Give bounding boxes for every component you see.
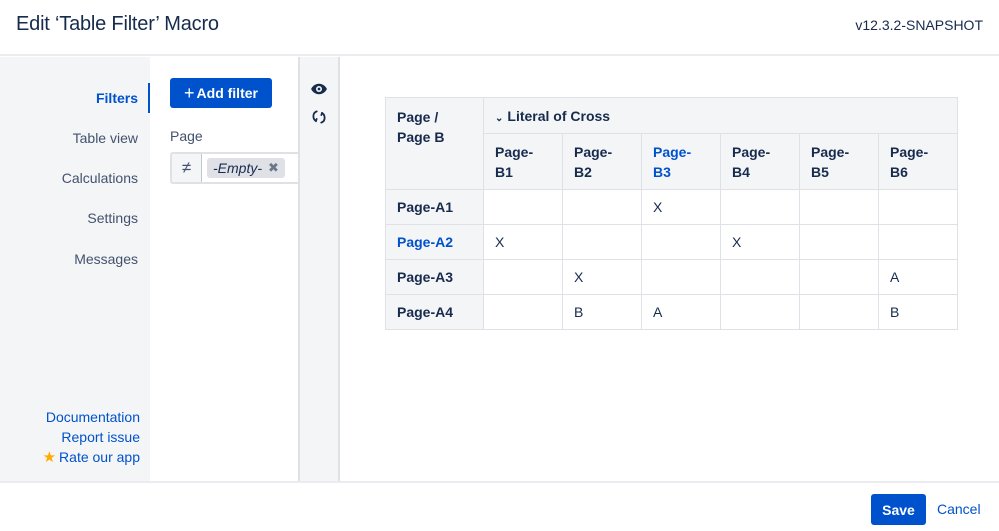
table-cell	[720, 294, 800, 330]
filter-value-label: -Empty-	[213, 160, 262, 176]
column-header-line1: Page-	[811, 143, 850, 160]
table-row: Page-A4 B A B	[385, 294, 958, 330]
table-cell	[483, 189, 563, 225]
refresh-icon[interactable]	[310, 108, 328, 126]
table-preview: Page / Page B ⌄ Literal of Cross Page- B1 P…	[340, 57, 999, 481]
table-cell	[641, 224, 721, 260]
table-cell	[799, 224, 879, 260]
table-cell	[483, 259, 563, 295]
table-cell: X	[483, 224, 563, 260]
sidebar: Filters Table view Calculations Settings…	[0, 57, 150, 481]
column-header[interactable]: Page- B4	[720, 133, 800, 190]
column-header-line1: Page-	[653, 143, 692, 160]
filter-panel: + Add filter Page ≠ -Empty- ✖	[150, 57, 298, 481]
rate-app-label: Rate our app	[59, 449, 140, 465]
sidebar-item-settings[interactable]: Settings	[87, 210, 138, 226]
table-cell: B	[878, 294, 958, 330]
table-cell: A	[878, 259, 958, 295]
column-header-line2: B2	[574, 163, 592, 180]
table-cell	[720, 189, 800, 225]
table-cell	[799, 294, 879, 330]
table-cell	[878, 189, 958, 225]
not-equal-operator-toggle[interactable]: ≠	[172, 154, 202, 182]
column-header[interactable]: Page- B3	[641, 133, 721, 190]
column-header[interactable]: Page- B5	[799, 133, 879, 190]
dialog-body: Filters Table view Calculations Settings…	[0, 57, 999, 481]
preview-toolbar	[298, 57, 340, 481]
table-cell	[483, 294, 563, 330]
table-cell	[799, 189, 879, 225]
corner-header: Page / Page B	[385, 97, 484, 190]
group-header-label: Literal of Cross	[507, 107, 611, 124]
filter-input[interactable]: ≠ -Empty- ✖	[170, 152, 298, 184]
chevron-down-icon[interactable]: ⌄	[495, 113, 503, 124]
eye-icon[interactable]	[310, 80, 328, 98]
table-cell: X	[720, 224, 800, 260]
group-header[interactable]: ⌄ Literal of Cross	[483, 97, 958, 134]
row-header[interactable]: Page-A1	[385, 189, 484, 225]
rate-app-link[interactable]: ★ Rate our app	[43, 447, 140, 468]
sidebar-item-calculations[interactable]: Calculations	[62, 170, 138, 186]
report-issue-link[interactable]: Report issue	[43, 427, 140, 447]
column-header[interactable]: Page- B1	[483, 133, 563, 190]
corner-header-line1: Page /	[397, 109, 439, 125]
dialog-header: Edit ‘Table Filter’ Macro v12.3.2-SNAPSH…	[0, 0, 999, 56]
documentation-link[interactable]: Documentation	[43, 407, 140, 427]
column-header-line2: B3	[653, 163, 671, 180]
table-cell: A	[641, 294, 721, 330]
table-cell	[641, 259, 721, 295]
table-cell	[720, 259, 800, 295]
sidebar-item-filters[interactable]: Filters	[96, 90, 138, 106]
row-header[interactable]: Page-A3	[385, 259, 484, 295]
corner-header-line2: Page B	[397, 129, 445, 145]
column-header-line1: Page-	[495, 143, 534, 160]
column-header-line2: B5	[811, 163, 829, 180]
column-header[interactable]: Page- B6	[878, 133, 958, 190]
add-filter-label: Add filter	[196, 85, 258, 101]
column-header[interactable]: Page- B2	[562, 133, 642, 190]
sidebar-item-messages[interactable]: Messages	[74, 251, 138, 267]
table-cell	[878, 224, 958, 260]
table-cell: B	[562, 294, 642, 330]
table-cell: X	[562, 259, 642, 295]
version-label: v12.3.2-SNAPSHOT	[855, 17, 983, 33]
table-row: Page-A2 X X	[385, 224, 958, 260]
dialog-footer: Save Cancel	[0, 481, 999, 531]
column-header-line1: Page-	[574, 143, 613, 160]
table-cell: X	[641, 189, 721, 225]
pivot-table: Page / Page B ⌄ Literal of Cross Page- B1 P…	[385, 97, 958, 330]
sidebar-item-table-view[interactable]: Table view	[73, 130, 138, 146]
save-button[interactable]: Save	[871, 494, 926, 525]
table-cell	[799, 259, 879, 295]
table-row: Page-A3 X A	[385, 259, 958, 295]
filter-field-label: Page	[170, 128, 203, 144]
row-header[interactable]: Page-A4	[385, 294, 484, 330]
table-cell	[562, 224, 642, 260]
plus-icon: +	[184, 83, 195, 103]
column-header-line1: Page-	[890, 143, 929, 160]
add-filter-button[interactable]: + Add filter	[170, 78, 272, 108]
filter-value-tag: -Empty- ✖	[207, 158, 285, 178]
remove-tag-icon[interactable]: ✖	[268, 160, 279, 176]
column-header-line2: B4	[732, 163, 750, 180]
dialog-title: Edit ‘Table Filter’ Macro	[16, 13, 219, 35]
table-cell	[562, 189, 642, 225]
column-header-line2: B6	[890, 163, 908, 180]
table-body: Page-A1 X Page-A2 X X Page-A3 X A Page-A4 B A B	[385, 189, 958, 330]
table-row: Page-A1 X	[385, 189, 958, 225]
column-header-line2: B1	[495, 163, 513, 180]
column-header-line1: Page-	[732, 143, 771, 160]
row-header[interactable]: Page-A2	[385, 224, 484, 260]
star-icon: ★	[42, 449, 57, 466]
help-links: Documentation Report issue ★ Rate our app	[43, 407, 140, 468]
cancel-button[interactable]: Cancel	[937, 501, 981, 517]
